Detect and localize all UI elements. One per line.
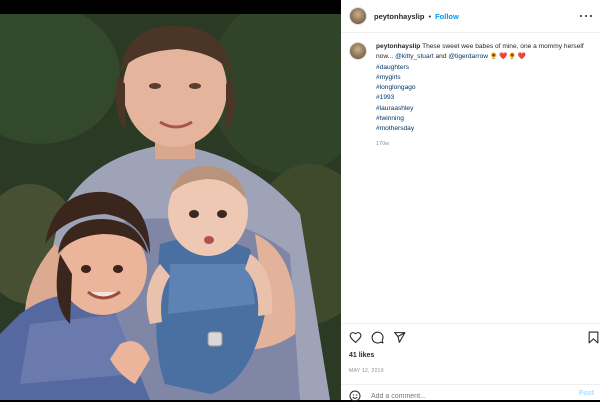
comment-input[interactable] [371,392,521,400]
hashtag-link[interactable]: #twinning [376,114,590,124]
post-photo[interactable] [0,14,341,400]
post-date: MAY 12, 2019 [349,368,384,374]
follow-button[interactable]: Follow [435,12,459,21]
header-username[interactable]: peytonhayslip [374,12,424,21]
emoji-icon[interactable] [349,390,361,402]
divider [341,323,600,324]
more-horizontal-icon[interactable] [580,11,592,21]
hashtag-link[interactable]: #mygirls [376,73,590,83]
post-caption: peytonhayslip These sweet wee babes of m… [349,42,594,149]
hashtag-link[interactable]: #1993 [376,93,590,103]
hashtag-link[interactable]: #daughters [376,63,590,73]
family-photo-illustration [0,14,341,400]
header-separator: • [428,11,432,21]
comment-icon[interactable] [371,331,384,344]
caption-timestamp: 170w [376,140,390,147]
hashtag-link[interactable]: #longlongago [376,83,590,93]
post-side-panel: peytonhayslip • Follow peytonhayslip The… [341,0,600,402]
action-bar [349,331,600,345]
likes-count[interactable]: 41 likes [349,352,374,359]
bookmark-icon[interactable] [587,331,600,344]
avatar[interactable] [349,7,367,25]
hashtag-link[interactable]: #mothersday [376,124,590,134]
caption-avatar[interactable] [349,42,367,60]
instagram-post-window: peytonhayslip • Follow peytonhayslip The… [0,0,600,402]
share-icon[interactable] [393,331,406,344]
divider [341,384,600,385]
post-header: peytonhayslip • Follow [341,0,600,33]
mention-link-2[interactable]: @tigerdarrow [448,53,488,60]
caption-username[interactable]: peytonhayslip [376,43,420,50]
caption-text: peytonhayslip These sweet wee babes of m… [376,42,590,63]
comment-row: Post [349,390,600,402]
caption-and: and [435,53,447,61]
post-comment-button[interactable]: Post [579,390,594,397]
caption-emojis: 🌻❤️🌻❤️ [489,53,527,61]
heart-icon[interactable] [349,331,362,344]
mention-link-1[interactable]: @kitty_stuart [395,53,434,60]
caption-body: peytonhayslip These sweet wee babes of m… [376,42,590,149]
hashtag-link[interactable]: #lauraashley [376,104,590,114]
